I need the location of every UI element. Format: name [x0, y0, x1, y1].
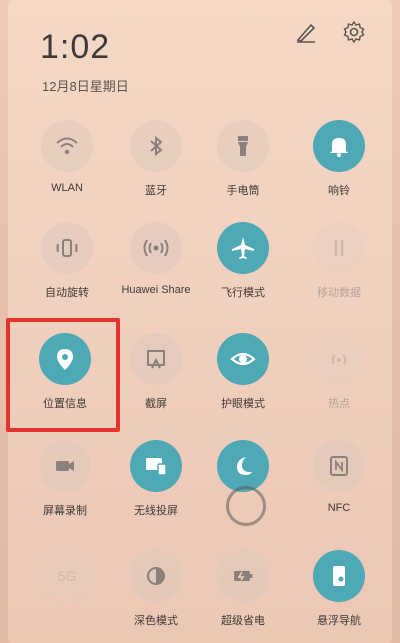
toggle-label: 响铃 [328, 185, 350, 197]
toggle-nfc[interactable]: NFC [299, 440, 379, 514]
toggle-label: 屏幕录制 [43, 505, 87, 517]
airplane-icon [217, 222, 269, 274]
toggle-huawei-share[interactable]: Huawei Share [116, 222, 196, 296]
toggle-label: 飞行模式 [221, 287, 265, 299]
toggle-mobile-data[interactable]: 移动数据 [299, 222, 379, 300]
toggle-label: 移动数据 [317, 287, 361, 299]
bluetooth-icon [130, 120, 182, 172]
toggle-label: 蓝牙 [145, 185, 167, 197]
clock-date: 12月8日星期日 [42, 79, 129, 94]
toggle-dark-mode[interactable]: 深色模式 [116, 550, 196, 628]
floating-nav-icon [313, 550, 365, 602]
eye-icon [217, 333, 269, 385]
mobile-data-icon [313, 222, 365, 274]
settings-icon[interactable] [340, 18, 368, 46]
toggle-label: NFC [327, 502, 351, 514]
toggle-5g[interactable]: 5G [27, 550, 107, 602]
screenshot-icon [130, 333, 182, 385]
flashlight-icon [217, 120, 269, 172]
toggle-label: WLAN [51, 182, 83, 194]
toggle-label: 手电筒 [226, 185, 260, 197]
hotspot-icon [313, 333, 365, 385]
toggle-label: 超级省电 [221, 615, 265, 627]
toggle-eye-comfort[interactable]: 护眼模式 [203, 333, 283, 411]
toggle-wireless-projection[interactable]: 无线投屏 [116, 440, 196, 518]
toggle-flashlight[interactable]: 手电筒 [203, 120, 283, 198]
clock-time: 1:02 [40, 28, 111, 66]
location-highlight-box [6, 318, 120, 432]
toggle-screenshot[interactable]: 截屏 [116, 333, 196, 411]
dark-mode-icon [130, 550, 182, 602]
edit-icon[interactable] [292, 18, 320, 46]
toggle-label: 无线投屏 [134, 505, 178, 517]
moon-icon [217, 440, 269, 492]
toggle-hotspot[interactable]: 热点 [299, 333, 379, 411]
record-icon [39, 440, 91, 492]
battery-saver-icon [217, 550, 269, 602]
toggle-label: 自动旋转 [45, 287, 89, 299]
toggle-screen-record[interactable]: 屏幕录制 [25, 440, 105, 518]
toggle-label: 热点 [328, 398, 350, 410]
cast-icon [130, 440, 182, 492]
rotate-icon [41, 222, 93, 274]
toggle-label: Huawei Share [121, 284, 191, 296]
share-icon [130, 222, 182, 274]
touch-indicator [226, 486, 266, 526]
toggle-bluetooth[interactable]: 蓝牙 [116, 120, 196, 198]
toggle-label: 深色模式 [134, 615, 178, 627]
nfc-icon [313, 440, 365, 492]
toggle-ring[interactable]: 响铃 [299, 120, 379, 198]
toggle-label: 截屏 [145, 398, 167, 410]
toggle-auto-rotate[interactable]: 自动旋转 [27, 222, 107, 300]
toggle-label: 悬浮导航 [317, 615, 361, 627]
toggle-do-not-disturb[interactable] [203, 440, 283, 492]
5g-icon: 5G [41, 550, 93, 602]
bell-icon [313, 120, 365, 172]
wifi-icon [41, 120, 93, 172]
toggle-wlan[interactable]: WLAN [27, 120, 107, 194]
toggle-super-power-saving[interactable]: 超级省电 [203, 550, 283, 628]
toggle-label: 护眼模式 [221, 398, 265, 410]
toggle-airplane-mode[interactable]: 飞行模式 [203, 222, 283, 300]
toggle-floating-navigation[interactable]: 悬浮导航 [299, 550, 379, 628]
